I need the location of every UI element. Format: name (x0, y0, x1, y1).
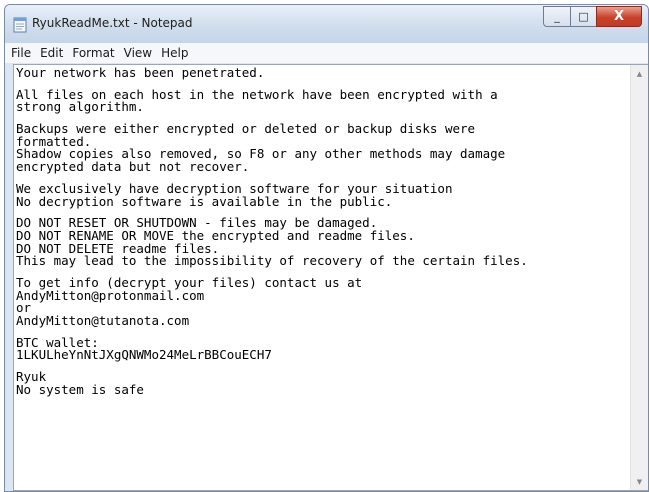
scroll-down-arrow-icon[interactable]: ▼ (631, 473, 648, 490)
menu-help[interactable]: Help (158, 46, 191, 60)
close-button[interactable]: X (596, 6, 642, 27)
document-line: AndyMitton@protonmail.com (16, 287, 205, 303)
document-line: This may lead to the impossibility of re… (16, 253, 528, 269)
editor-pane[interactable]: Your network has been penetrated. All fil… (13, 64, 648, 491)
caption-buttons: _ □ X (543, 6, 642, 28)
document-line: strong algorithm. (16, 99, 144, 115)
menu-view[interactable]: View (121, 46, 155, 60)
window-title: RyukReadMe.txt - Notepad (32, 16, 193, 30)
close-icon: X (613, 9, 625, 24)
minimize-button[interactable]: _ (543, 6, 570, 27)
minimize-icon: _ (554, 10, 560, 23)
document-line: 1LKULheYnNtJXgQNWMo24MeLrBBCouECH7 (16, 347, 272, 363)
vertical-scrollbar[interactable]: ▲ ▼ (630, 65, 648, 490)
document-line: Your network has been penetrated. (16, 65, 265, 80)
document-line: No decryption software is available in t… (16, 193, 393, 209)
menu-bar: File Edit Format View Help (5, 43, 648, 64)
maximize-icon: □ (578, 10, 589, 23)
document-line: No system is safe (16, 381, 144, 397)
menu-edit[interactable]: Edit (37, 46, 66, 60)
menu-file[interactable]: File (8, 46, 34, 60)
maximize-button[interactable]: □ (570, 6, 596, 27)
scroll-up-arrow-icon[interactable]: ▲ (631, 65, 648, 82)
document-line: Backups were either encrypted or deleted… (16, 121, 476, 137)
menu-format[interactable]: Format (69, 46, 117, 60)
document-line: AndyMitton@tutanota.com (16, 313, 190, 328)
document-text-area[interactable]: Your network has been penetrated. All fil… (14, 65, 631, 490)
document-line: encrypted data but not recover. (16, 159, 250, 175)
title-bar[interactable]: RyukReadMe.txt - Notepad _ □ X (5, 5, 648, 43)
notepad-icon (13, 17, 27, 33)
notepad-window: RyukReadMe.txt - Notepad _ □ X File Edit… (4, 4, 649, 492)
